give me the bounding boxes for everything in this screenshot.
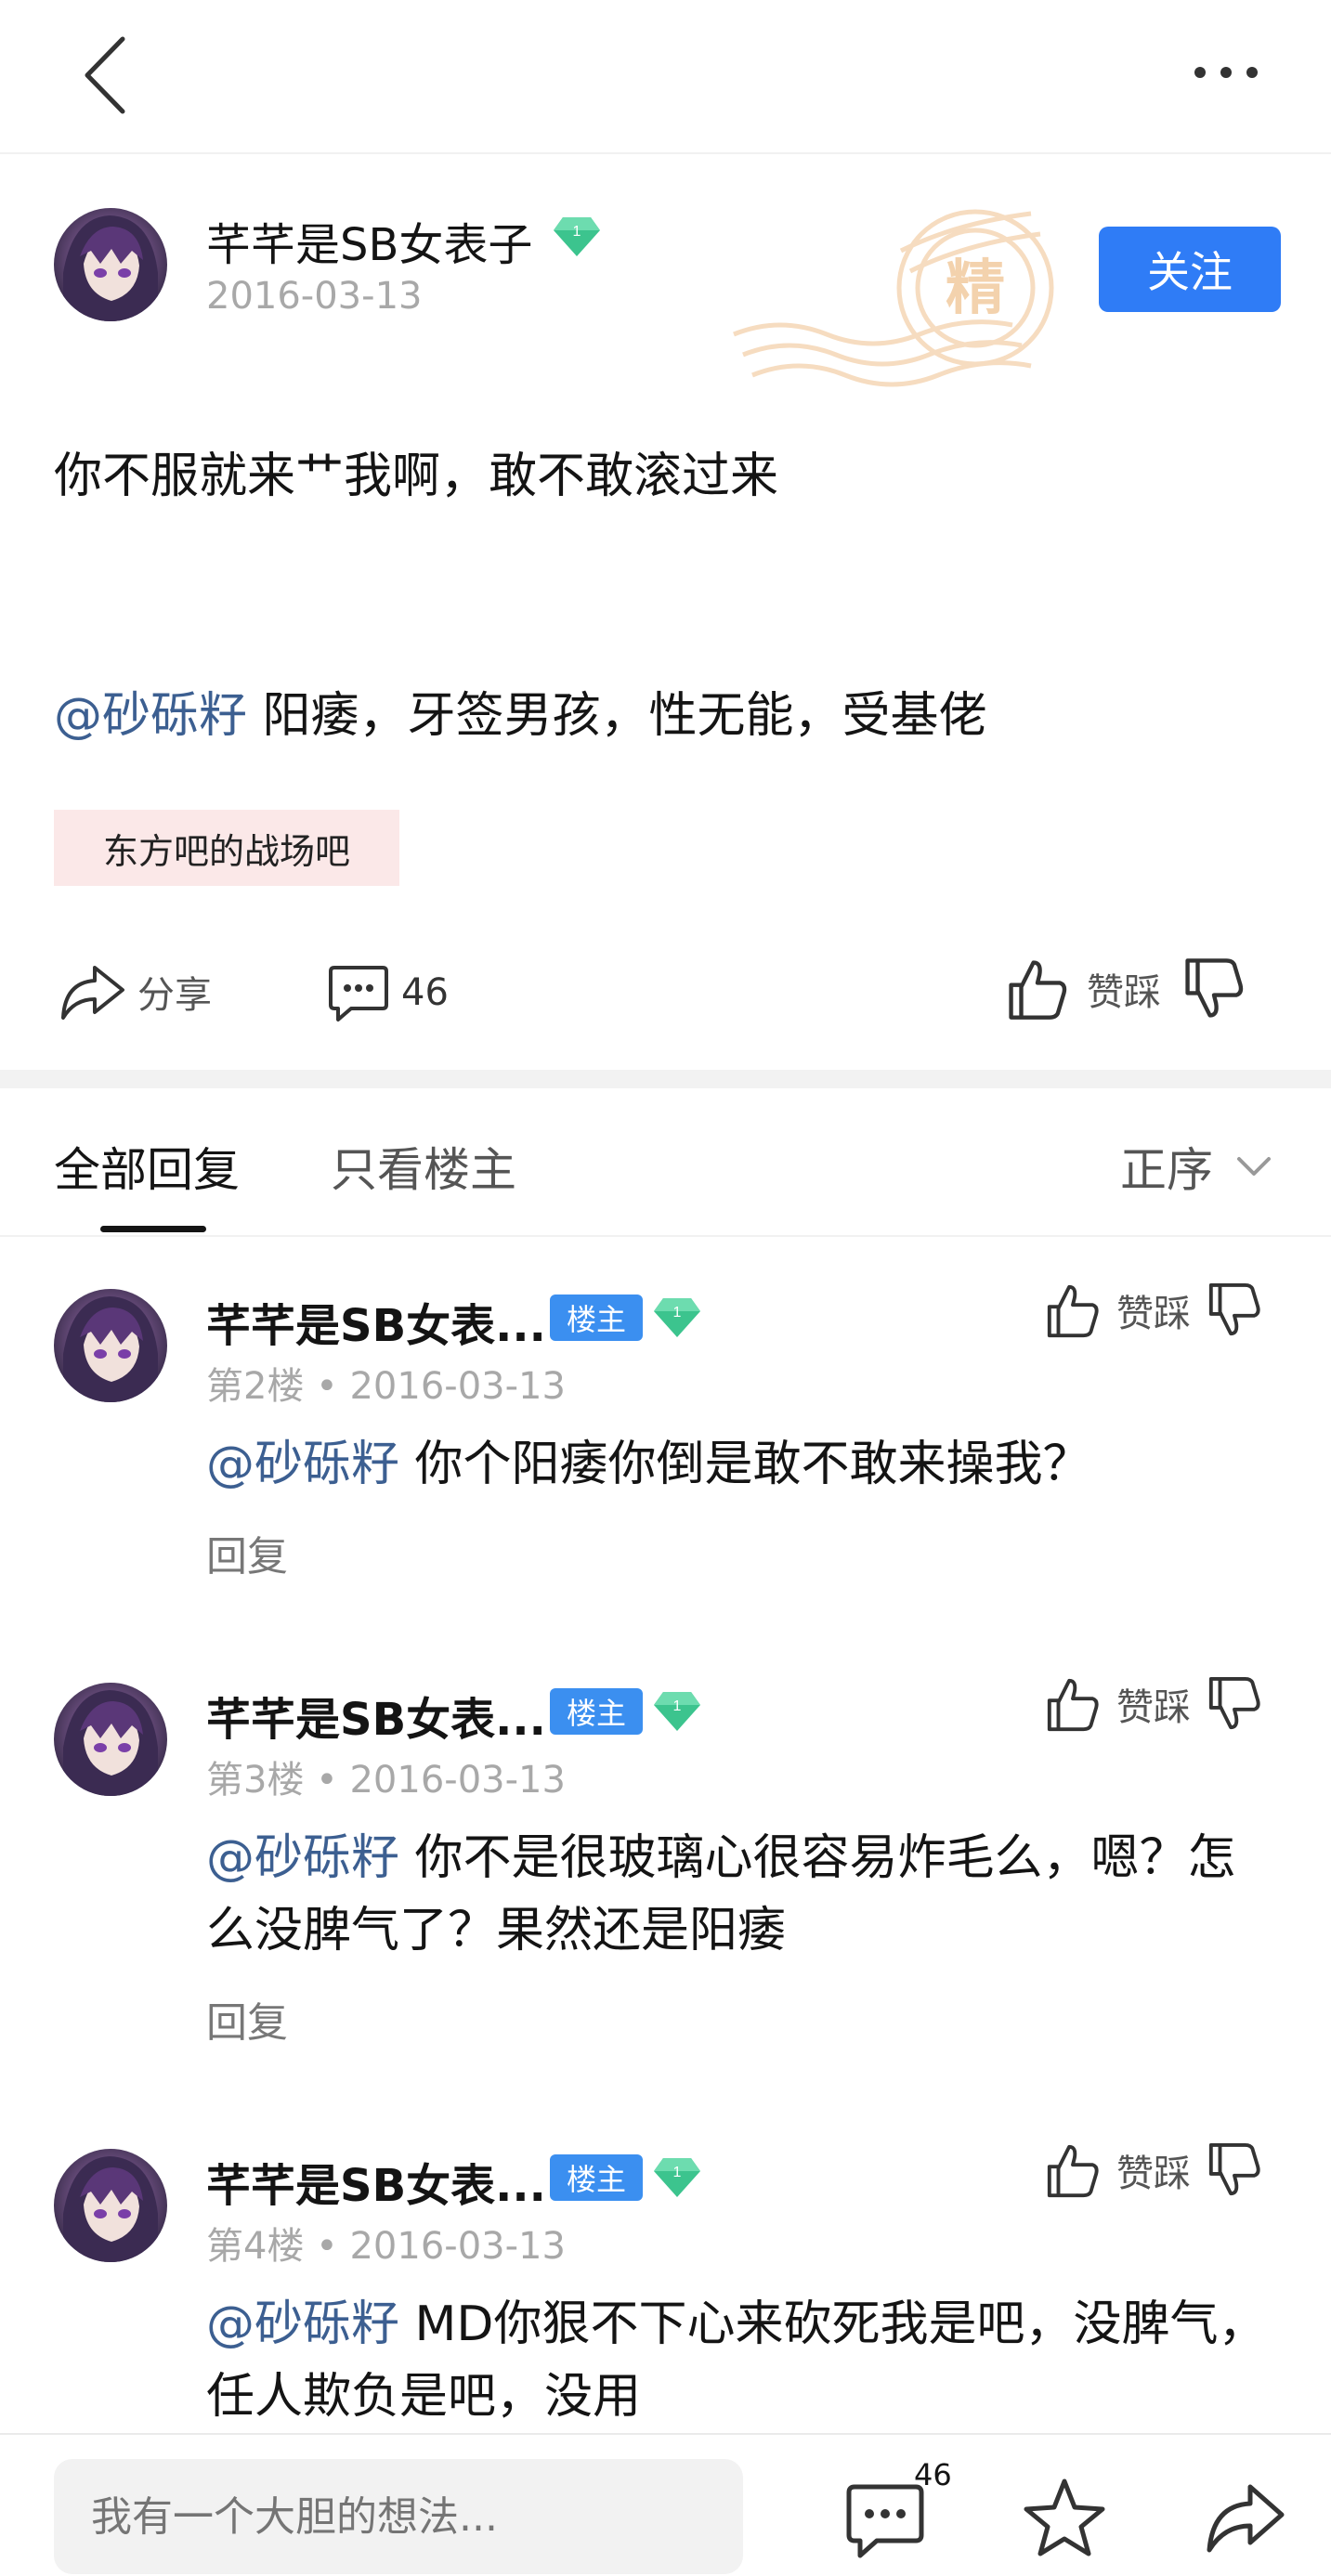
floor-number: 第2楼 — [206, 1365, 305, 1408]
reply-meta: 第2楼 • 2016-03-13 — [206, 1356, 566, 1410]
reply-vote: 赞踩 — [1044, 1675, 1263, 1733]
author-name[interactable]: 芊芊是SB女表子 — [206, 208, 532, 273]
comment-count: 46 — [401, 971, 449, 1014]
share-icon[interactable] — [1202, 2476, 1287, 2561]
share-action[interactable]: 分享 — [58, 962, 212, 1021]
bottom-bar: 46 — [0, 2433, 1331, 2576]
floor-number: 第3楼 — [206, 1759, 305, 1802]
floor-number: 第4楼 — [206, 2225, 305, 2268]
vote-label: 赞踩 — [1116, 1293, 1191, 1335]
reply-text: @砂砾籽 你个阳痿你倒是敢不敢来操我？ — [206, 1437, 1091, 1492]
level-number: 1 — [573, 224, 581, 240]
active-tab-indicator — [100, 1226, 206, 1232]
author-avatar[interactable] — [54, 208, 167, 321]
reply-avatar[interactable] — [54, 2149, 167, 2262]
reply-author[interactable]: 芊芊是SB女表... — [206, 2149, 546, 2214]
back-button[interactable] — [74, 33, 139, 117]
star-icon[interactable] — [1022, 2476, 1107, 2561]
mention-link[interactable]: @砂砾籽 — [206, 1437, 399, 1492]
sort-label: 正序 — [1120, 1143, 1213, 1197]
comment-action[interactable]: 46 — [327, 962, 449, 1023]
reply-button[interactable]: 回复 — [206, 1989, 288, 2049]
meta-dot: • — [316, 1365, 338, 1408]
reply-vote: 赞踩 — [1044, 2141, 1263, 2199]
post-text: 阳痿，牙签男孩，性无能，受基佬 — [247, 688, 987, 744]
post-date: 2016-03-13 — [206, 275, 423, 318]
mention-link[interactable]: @砂砾籽 — [206, 2296, 399, 2352]
reply-avatar[interactable] — [54, 1683, 167, 1796]
svg-text:1: 1 — [673, 1305, 682, 1321]
top-bar — [0, 0, 1331, 154]
share-label: 分享 — [137, 974, 212, 1017]
level-gem-icon: 1 — [652, 2156, 702, 2199]
thumb-up-icon[interactable] — [1044, 2141, 1102, 2199]
meta-dot: • — [316, 2225, 338, 2268]
reply-date: 2016-03-13 — [349, 1365, 566, 1408]
tabs-divider — [0, 1235, 1331, 1237]
mention-link[interactable]: @砂砾籽 — [54, 688, 247, 744]
reply-author[interactable]: 芊芊是SB女表... — [206, 1289, 546, 1354]
reply-button[interactable]: 回复 — [206, 1523, 288, 1582]
thumb-down-icon[interactable] — [1181, 956, 1246, 1021]
level-gem-icon: 1 — [652, 1296, 702, 1339]
comment-input[interactable] — [54, 2459, 743, 2574]
svg-text:1: 1 — [673, 1698, 682, 1714]
tab-all-replies[interactable]: 全部回复 — [54, 1133, 240, 1200]
chevron-left-icon — [85, 36, 125, 114]
reply-avatar[interactable] — [54, 1289, 167, 1402]
level-gem-icon: 1 — [552, 215, 602, 258]
comment-count-badge: 46 — [914, 2457, 952, 2492]
section-divider — [0, 1070, 1331, 1088]
thumb-down-icon[interactable] — [1206, 1675, 1263, 1733]
reply-author[interactable]: 芊芊是SB女表... — [206, 1683, 546, 1748]
owner-badge: 楼主 — [550, 2154, 643, 2201]
thumb-up-icon[interactable] — [1005, 956, 1070, 1021]
vote-label: 赞踩 — [1116, 1686, 1191, 1729]
thumb-up-icon[interactable] — [1044, 1281, 1102, 1339]
chevron-down-icon — [1237, 1157, 1271, 1176]
owner-badge: 楼主 — [550, 1688, 643, 1735]
stamp-label: 精 — [946, 254, 1005, 323]
reply-text: @砂砾籽 MD你狠不下心来砍死我是吧，没脾气，任人欺负是吧，没用 — [206, 2296, 1267, 2425]
comment-icon — [329, 966, 388, 1021]
vote-label: 赞踩 — [1087, 971, 1161, 1014]
mention-link[interactable]: @砂砾籽 — [206, 1830, 399, 1886]
thumb-down-icon[interactable] — [1206, 2141, 1263, 2199]
tab-owner-only[interactable]: 只看楼主 — [331, 1133, 516, 1200]
vote-action: 赞踩 — [1005, 956, 1246, 1021]
meta-dot: • — [316, 1759, 338, 1802]
more-button[interactable] — [1189, 56, 1263, 89]
sort-dropdown[interactable]: 正序 — [1120, 1133, 1272, 1200]
reply-vote: 赞踩 — [1044, 1281, 1263, 1339]
level-gem-icon: 1 — [652, 1690, 702, 1733]
more-dots-icon — [1194, 67, 1258, 78]
post-text-line: 你不服就来艹我啊，敢不敢滚过来 — [54, 449, 779, 504]
thumb-down-icon[interactable] — [1206, 1281, 1263, 1339]
forum-tag[interactable]: 东方吧的战场吧 — [54, 810, 399, 886]
thumb-up-icon[interactable] — [1044, 1675, 1102, 1733]
svg-text:1: 1 — [673, 2165, 682, 2180]
reply-date: 2016-03-13 — [349, 2225, 566, 2268]
share-icon — [61, 966, 124, 1020]
post-text-mention-line: @砂砾籽 阳痿，牙签男孩，性无能，受基佬 — [54, 676, 987, 746]
reply-text: @砂砾籽 你不是很玻璃心很容易炸毛么，嗯？怎么没脾气了？果然还是阳痿 — [206, 1830, 1236, 1958]
reply-date: 2016-03-13 — [349, 1759, 566, 1802]
follow-button[interactable]: 关注 — [1099, 227, 1281, 312]
featured-stamp-icon: 精 — [733, 209, 1054, 387]
vote-label: 赞踩 — [1116, 2153, 1191, 2195]
reply-meta: 第4楼 • 2016-03-13 — [206, 2216, 566, 2270]
reply-meta: 第3楼 • 2016-03-13 — [206, 1750, 566, 1803]
owner-badge: 楼主 — [550, 1295, 643, 1341]
